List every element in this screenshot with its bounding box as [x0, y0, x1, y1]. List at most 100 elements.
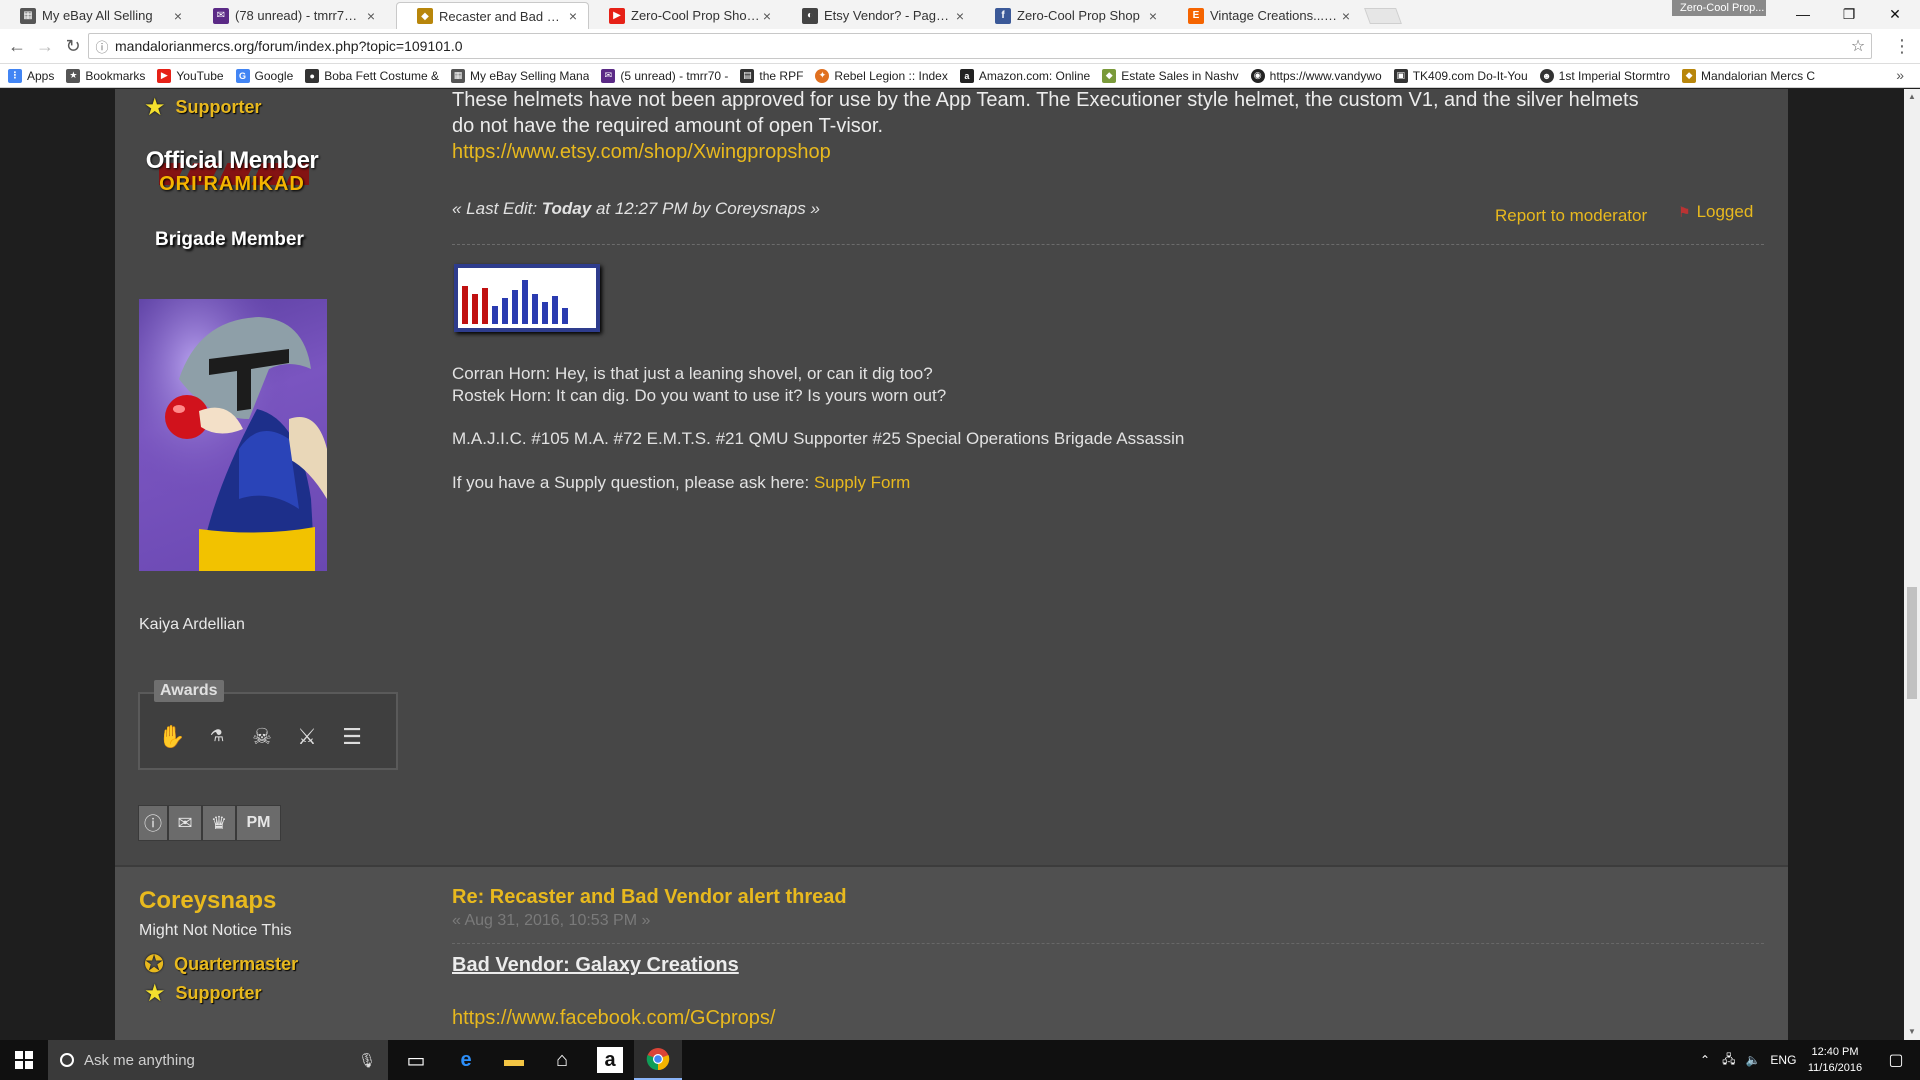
bookmarks-overflow-icon[interactable]: » [1896, 67, 1904, 83]
star-icon: ★ [66, 68, 81, 83]
tab-yahoo-mail[interactable]: ✉ (78 unread) - tmrr70 - Ya × [193, 2, 386, 29]
volume-icon[interactable]: 🔈 [1745, 1053, 1760, 1067]
rpf-icon: ▤ [740, 68, 755, 83]
amazon-app-icon[interactable]: a [586, 1040, 634, 1080]
close-tab-icon[interactable]: × [953, 8, 967, 24]
cortana-search-box[interactable]: Ask me anything 🎙 [48, 1040, 388, 1080]
logged-indicator: ⚑ Logged [1678, 202, 1753, 222]
task-view-icon[interactable]: ▭ [392, 1040, 440, 1080]
avatar[interactable] [139, 299, 327, 571]
bookmark-yahoo-mail[interactable]: ✉ (5 unread) - tmrr70 - [601, 68, 728, 83]
edit-when: Today [541, 199, 592, 218]
url-text[interactable]: mandalorianmercs.org/forum/index.php?top… [115, 38, 1845, 54]
scroll-up-icon[interactable]: ▲ [1904, 89, 1920, 105]
signature-banner-image[interactable] [454, 264, 600, 332]
page-scrollbar[interactable]: ▲ ▼ [1904, 89, 1920, 1040]
forward-arrow-icon[interactable]: → [34, 35, 56, 57]
pm-button[interactable]: PM [236, 805, 281, 841]
bookmark-tk409[interactable]: ▣ TK409.com Do-It-You [1393, 68, 1528, 83]
tab-etsy-vintage[interactable]: E Vintage Creations...Creat × [1168, 2, 1361, 29]
post-author-link[interactable]: Coreysnaps [139, 887, 276, 915]
signature-divider [452, 244, 1764, 245]
edge-icon[interactable]: e [442, 1040, 490, 1080]
close-tab-icon[interactable]: × [566, 8, 580, 24]
close-tab-icon[interactable]: × [1146, 8, 1160, 24]
skull-icon[interactable]: ☠ [247, 722, 277, 752]
new-tab-button[interactable] [1364, 8, 1402, 24]
profile-button[interactable]: Zero-Cool Prop... [1672, 0, 1766, 16]
crossed-blades-icon[interactable]: ⚔ [292, 722, 322, 752]
microphone-icon[interactable]: 🎙 [358, 1052, 376, 1069]
start-button[interactable] [0, 1040, 48, 1080]
store-icon[interactable]: ⌂ [538, 1040, 586, 1080]
etsy-shop-link[interactable]: https://www.etsy.com/shop/Xwingpropshop [452, 141, 831, 164]
rebel-icon: ✦ [815, 68, 830, 83]
bookmark-estate-sales[interactable]: ◆ Estate Sales in Nashv [1102, 68, 1239, 83]
etsy-favicon-icon: E [1188, 7, 1204, 24]
back-arrow-icon[interactable]: ← [6, 35, 28, 57]
bookmark-label: Rebel Legion :: Index [834, 68, 948, 83]
10-icon[interactable]: ⚗ [202, 722, 232, 752]
bookmark-star-icon[interactable]: ☆ [1845, 36, 1871, 56]
notifications-icon[interactable]: ▢ [1872, 1040, 1920, 1080]
close-tab-icon[interactable]: × [364, 8, 378, 24]
scroll-down-icon[interactable]: ▼ [1904, 1024, 1920, 1040]
facebook-link[interactable]: https://www.facebook.com/GCprops/ [452, 1007, 775, 1030]
post-date: « Aug 31, 2016, 10:53 PM » [452, 912, 651, 929]
hand-icon[interactable]: ✋ [157, 722, 187, 752]
trophy-icon[interactable]: ♛ [202, 805, 236, 841]
bookmark-rebel-legion[interactable]: ✦ Rebel Legion :: Index [815, 68, 948, 83]
address-bar[interactable]: ⓘ mandalorianmercs.org/forum/index.php?t… [88, 33, 1872, 59]
tab-recaster-thread[interactable]: ◆ Recaster and Bad Vendor × [396, 2, 589, 29]
chrome-icon[interactable] [634, 1040, 682, 1080]
bookmark-imperial-stormtroopers[interactable]: ☻ 1st Imperial Stormtro [1539, 68, 1670, 83]
bad-vendor-heading: Bad Vendor: Galaxy Creations [452, 954, 739, 976]
file-explorer-icon[interactable]: ▬ [490, 1040, 538, 1080]
close-tab-icon[interactable]: × [171, 8, 185, 24]
profile-info-icon[interactable]: ⓘ [138, 805, 168, 841]
system-clock[interactable]: 12:40 PM 11/16/2016 [1800, 1044, 1870, 1076]
mando-icon: ◆ [1682, 68, 1697, 83]
forum-post: ★ Supporter Official Member ORI'RAMIKAD … [115, 89, 1788, 867]
clock-time: 12:40 PM [1811, 1046, 1859, 1058]
close-tab-icon[interactable]: × [760, 8, 774, 24]
tab-youtube[interactable]: ▶ Zero-Cool Prop Shop - Yo × [589, 2, 782, 29]
bookmark-label: https://www.vandywo [1269, 68, 1382, 83]
bookmark-boba-fett[interactable]: ● Boba Fett Costume & [305, 68, 439, 83]
bookmark-bookmarks[interactable]: ★ Bookmarks [66, 68, 145, 83]
bookmark-apps[interactable]: ⋮ Apps [8, 68, 54, 83]
tab-facebook[interactable]: f Zero-Cool Prop Shop × [975, 2, 1168, 29]
scrollbar-thumb[interactable] [1907, 587, 1917, 699]
info-icon[interactable]: ⓘ [89, 37, 115, 56]
post-title-link[interactable]: Re: Recaster and Bad Vendor alert thread [452, 886, 847, 909]
supply-form-link[interactable]: Supply Form [814, 473, 910, 492]
bookmark-label: My eBay Selling Mana [469, 68, 590, 83]
close-window-button[interactable]: ✕ [1872, 0, 1918, 28]
bookmark-label: Estate Sales in Nashv [1121, 68, 1239, 83]
bookmark-google[interactable]: G Google [235, 68, 293, 83]
show-hidden-icons-icon[interactable]: ⌃ [1700, 1053, 1710, 1067]
report-to-moderator-link[interactable]: Report to moderator [1495, 206, 1647, 226]
bookmark-rpf[interactable]: ▤ the RPF [740, 68, 803, 83]
chrome-logo-icon [646, 1048, 670, 1071]
tab-ebay-selling[interactable]: ▦ My eBay All Selling × [0, 2, 193, 29]
language-indicator[interactable]: ENG [1770, 1053, 1796, 1067]
bookmark-vandywo[interactable]: ◉ https://www.vandywo [1250, 68, 1382, 83]
post-text-line: do not have the required amount of open … [452, 115, 884, 137]
close-tab-icon[interactable]: × [1339, 8, 1353, 24]
email-icon[interactable]: ✉ [168, 805, 202, 841]
bookmark-ebay-selling[interactable]: ▦ My eBay Selling Mana [450, 68, 590, 83]
maximize-button[interactable]: ❐ [1826, 0, 1872, 28]
tab-title: Etsy Vendor? - Page 2 [824, 8, 953, 23]
minimize-button[interactable]: — [1780, 0, 1826, 28]
bookmark-amazon[interactable]: a Amazon.com: Online [959, 68, 1090, 83]
hands-icon[interactable]: ☰ [337, 722, 367, 752]
clock-date: 11/16/2016 [1807, 1062, 1863, 1074]
bookmark-youtube[interactable]: ▶ YouTube [157, 68, 224, 83]
network-icon[interactable]: 🖧 [1722, 1050, 1735, 1071]
menu-dots-icon[interactable]: ⋮ [1892, 35, 1912, 57]
reload-icon[interactable]: ↻ [62, 35, 84, 57]
forum-thread: ★ Supporter Official Member ORI'RAMIKAD … [115, 89, 1788, 1040]
bookmark-mandalorian-mercs[interactable]: ◆ Mandalorian Mercs C [1682, 68, 1815, 83]
tab-etsy-vendor[interactable]: ◐ Etsy Vendor? - Page 2 × [782, 2, 975, 29]
